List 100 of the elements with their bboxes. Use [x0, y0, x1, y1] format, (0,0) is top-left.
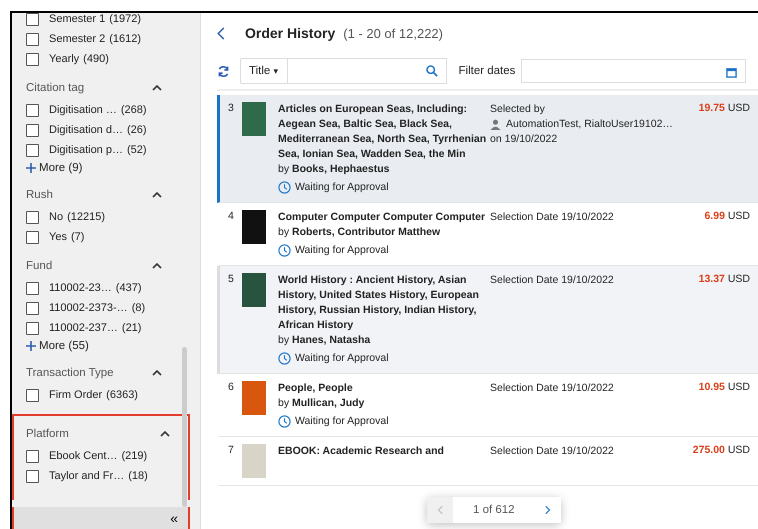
filter-option-count: (268)	[120, 104, 147, 116]
status-text: Waiting for Approval	[295, 414, 389, 429]
chevron-icon[interactable]	[152, 85, 162, 91]
filter-option-label[interactable]: No	[49, 211, 64, 223]
filter-option-count: (219)	[121, 450, 148, 462]
checkbox[interactable]	[26, 13, 39, 26]
filter-group-title: Citation tag	[26, 82, 84, 94]
page-indicator: 1 of 612	[472, 504, 516, 516]
order-row[interactable]: 7 EBOOK: Academic Research and Selection Date 19/10/2022 275.00 USD	[217, 437, 758, 486]
filter-option-label[interactable]: Yearly	[49, 53, 80, 65]
checkbox[interactable]	[26, 124, 39, 136]
filter-option-label[interactable]: Ebook Cent…	[49, 450, 118, 462]
chevron-icon[interactable]	[152, 192, 162, 198]
cover-placeholder	[242, 444, 266, 478]
calendar-icon[interactable]	[726, 67, 738, 78]
status-text: Waiting for Approval	[295, 351, 389, 366]
checkbox[interactable]	[26, 470, 39, 482]
filter-option-count: (7)	[70, 231, 84, 243]
result-range: (1 - 20 of 12,222)	[343, 26, 443, 40]
filter-option-label[interactable]: Firm Order	[49, 389, 102, 401]
filter-group-title: Fund	[26, 260, 52, 272]
checkbox[interactable]	[26, 450, 39, 462]
chevron-icon[interactable]	[152, 370, 162, 376]
selection-date-label: Selection Date	[490, 382, 558, 394]
currency-label: USD	[728, 381, 750, 393]
row-number: 4	[228, 210, 235, 224]
order-row[interactable]	[217, 95, 758, 203]
refresh-icon[interactable]	[217, 64, 230, 78]
more-link[interactable]: More (9)	[39, 162, 82, 174]
more-link[interactable]: More (55)	[39, 340, 89, 352]
filter-option-count: (52)	[126, 144, 147, 156]
currency-label: USD	[728, 102, 750, 114]
author-name: Books, Hephaestus	[292, 163, 390, 175]
filter-option-count: (1612)	[109, 33, 142, 45]
status-text: Waiting for Approval	[295, 243, 389, 258]
filter-option-label[interactable]: Yes	[49, 231, 67, 243]
collapse-bar[interactable]: «	[12, 507, 190, 529]
filter-option-count: (12215)	[67, 211, 105, 223]
checkbox[interactable]	[26, 302, 39, 314]
back-icon[interactable]	[217, 26, 225, 40]
filter-dates-label: Filter dates	[458, 65, 516, 77]
on-label: on	[490, 133, 502, 145]
selection-date: 19/10/2022	[561, 445, 614, 457]
currency-label: USD	[728, 444, 750, 456]
price-amount: 275.00	[692, 444, 725, 456]
order-title[interactable]: Computer Computer Computer Computer	[278, 210, 488, 225]
row-number: 6	[228, 381, 235, 395]
checkbox[interactable]	[26, 282, 39, 294]
filter-option-label[interactable]: Digitisation …	[49, 104, 117, 116]
by-label: by	[278, 226, 290, 238]
filter-option-label[interactable]: 110002-237…	[49, 322, 118, 334]
checkbox[interactable]	[26, 52, 39, 66]
selection-date: 19/10/2022	[504, 133, 558, 145]
price-amount: 6.99	[704, 210, 725, 222]
cover-placeholder	[242, 381, 266, 415]
filter-option-label[interactable]: 110002-23…	[49, 282, 112, 294]
checkbox[interactable]	[26, 388, 39, 402]
order-title[interactable]: People, People	[278, 381, 488, 396]
row-number: 7	[228, 444, 235, 458]
cover-placeholder	[242, 210, 266, 244]
plus-icon[interactable]	[26, 163, 36, 173]
currency-label: USD	[728, 210, 750, 222]
checkbox[interactable]	[26, 230, 39, 244]
scrollbar[interactable]	[182, 347, 187, 507]
checkbox[interactable]	[26, 144, 39, 156]
selection-date-label: Selection Date	[490, 211, 558, 223]
filter-option-label[interactable]: Digitisation p…	[49, 144, 123, 156]
selection-date-label: Selection Date	[490, 445, 558, 457]
page-title: Order History	[245, 25, 336, 41]
selection-date: 19/10/2022	[561, 274, 614, 286]
filter-option-label[interactable]: Semester 1	[49, 13, 106, 25]
by-label: by	[278, 163, 290, 175]
order-title[interactable]: EBOOK: Academic Research and	[278, 444, 488, 459]
chevron-icon[interactable]	[152, 263, 162, 269]
filter-option-label[interactable]: Digitisation d…	[49, 124, 123, 136]
filter-option-count: (18)	[128, 470, 148, 482]
plus-icon[interactable]	[26, 341, 36, 351]
search-field[interactable]	[288, 58, 446, 84]
checkbox[interactable]	[26, 32, 39, 46]
filter-option-count: (21)	[122, 322, 142, 334]
order-row[interactable]	[217, 266, 758, 374]
price-amount: 10.95	[698, 381, 725, 393]
filter-option-count: (6363)	[106, 389, 138, 401]
chevron-right-icon[interactable]	[544, 505, 551, 515]
date-field[interactable]	[521, 59, 746, 83]
chevron-icon[interactable]	[160, 431, 170, 437]
filter-option-count: (26)	[126, 124, 147, 136]
order-row[interactable]: 6 People, People by Mullican, Judy Waiting for Approval Selection Date 19/10/2022 10.95 USD	[217, 374, 758, 437]
checkbox[interactable]	[26, 210, 39, 224]
search-scope-dropdown[interactable]: Title ▾	[240, 58, 288, 84]
clock-icon	[278, 415, 291, 428]
filter-option-count: (8)	[132, 302, 146, 314]
filter-option-label[interactable]: Semester 2	[49, 33, 106, 45]
price-amount: 19.75	[698, 102, 725, 114]
checkbox[interactable]	[26, 322, 39, 334]
search-icon[interactable]	[426, 65, 438, 77]
clock-icon	[278, 352, 291, 365]
filter-option-label[interactable]: Taylor and Fr…	[49, 470, 124, 482]
checkbox[interactable]	[26, 104, 39, 116]
filter-option-label[interactable]: 110002-2373-…	[49, 302, 128, 314]
